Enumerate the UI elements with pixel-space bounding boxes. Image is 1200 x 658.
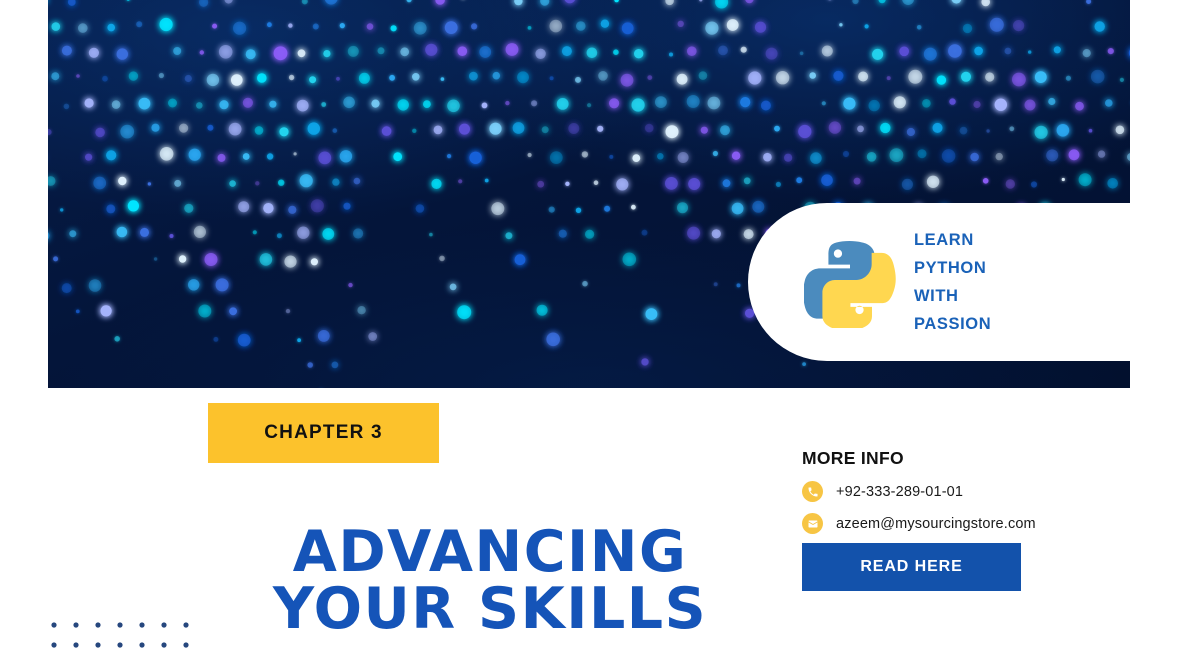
poster-canvas: LEARN PYTHON WITH PASSION CHAPTER 3 ADVA… — [0, 0, 1200, 650]
read-here-button-label: READ HERE — [860, 558, 962, 576]
badge-line-1: LEARN — [914, 227, 991, 253]
page-title-line-1: ADVANCING — [210, 524, 770, 580]
contact-row-email[interactable]: azeem@mysourcingstore.com — [802, 513, 1132, 534]
chapter-tag-label: CHAPTER 3 — [264, 422, 382, 444]
phone-number: +92-333-289-01-01 — [836, 484, 963, 500]
chapter-tag: CHAPTER 3 — [208, 403, 439, 463]
read-here-button[interactable]: READ HERE — [802, 543, 1021, 591]
decorative-dot-grid — [50, 618, 210, 658]
page-title: ADVANCING YOUR SKILLS — [210, 524, 770, 637]
badge-line-3: WITH — [914, 283, 991, 309]
more-info-heading: MORE INFO — [802, 448, 1132, 469]
contact-row-phone[interactable]: +92-333-289-01-01 — [802, 481, 1132, 502]
python-badge-text: LEARN PYTHON WITH PASSION — [914, 227, 991, 337]
python-logo-icon — [804, 236, 896, 328]
page-title-line-2: YOUR SKILLS — [210, 581, 770, 637]
python-badge: LEARN PYTHON WITH PASSION — [748, 203, 1200, 361]
email-address: azeem@mysourcingstore.com — [836, 516, 1036, 532]
more-info-section: MORE INFO +92-333-289-01-01 azeem@mysour… — [802, 448, 1132, 545]
badge-line-4: PASSION — [914, 311, 991, 337]
envelope-icon — [802, 513, 823, 534]
phone-icon — [802, 481, 823, 502]
badge-line-2: PYTHON — [914, 255, 991, 281]
